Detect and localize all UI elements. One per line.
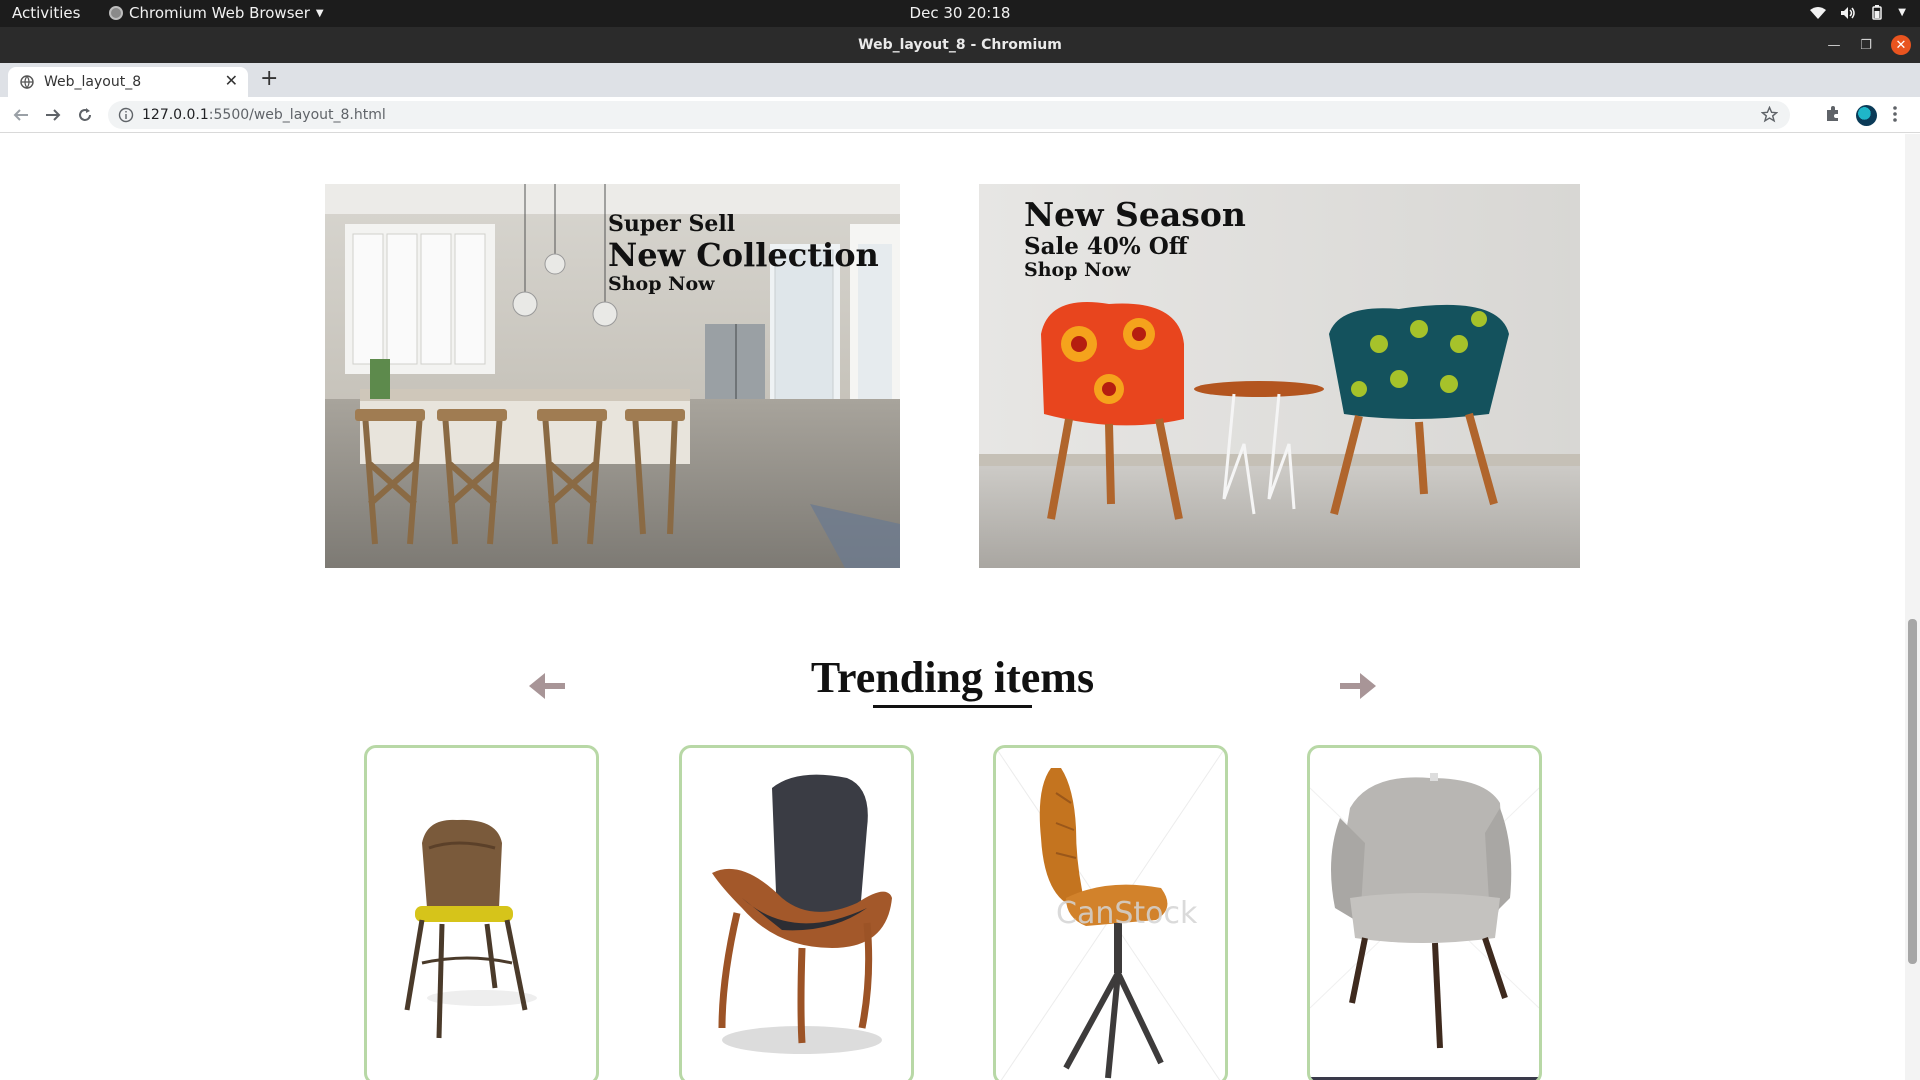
bookmark-star-icon[interactable] bbox=[1761, 106, 1778, 123]
chair-orange-swivel-image: CanStock bbox=[996, 748, 1225, 1080]
window-title: Web_layout_8 - Chromium bbox=[858, 37, 1062, 53]
url-text[interactable]: 127.0.0.1:5500/web_layout_8.html bbox=[142, 107, 386, 123]
system-top-bar: Activities Chromium Web Browser ▼ Dec 30… bbox=[0, 0, 1920, 27]
scrollbar-thumb[interactable] bbox=[1908, 619, 1917, 964]
address-bar[interactable]: 127.0.0.1:5500/web_layout_8.html bbox=[108, 101, 1790, 129]
product-card[interactable] bbox=[1307, 745, 1542, 1080]
product-card[interactable] bbox=[364, 745, 599, 1080]
forward-button[interactable] bbox=[42, 104, 64, 126]
close-window-button[interactable]: ✕ bbox=[1891, 35, 1911, 55]
wifi-icon bbox=[1810, 6, 1827, 19]
new-tab-button[interactable]: + bbox=[260, 66, 278, 91]
arrow-right-icon[interactable] bbox=[1336, 665, 1378, 707]
promo-line2: New Collection bbox=[608, 236, 879, 275]
product-card[interactable] bbox=[679, 745, 914, 1080]
trending-title: Trending items bbox=[810, 653, 1095, 702]
product-card[interactable]: CanStock bbox=[993, 745, 1228, 1080]
chair-shell-image bbox=[712, 774, 892, 1054]
chevron-down-icon: ▼ bbox=[315, 7, 324, 19]
reload-button[interactable] bbox=[74, 104, 96, 126]
page-scrollbar[interactable] bbox=[1905, 134, 1920, 1080]
chair-grey-armchair-image bbox=[1310, 773, 1539, 1049]
browser-menu-icon[interactable] bbox=[1888, 105, 1902, 123]
url-host: 127.0.0.1 bbox=[142, 107, 209, 123]
system-tray[interactable]: ▼ bbox=[1810, 5, 1906, 20]
volume-icon bbox=[1841, 6, 1856, 19]
maximize-button[interactable]: ❐ bbox=[1856, 35, 1876, 55]
chair-wood-yellow-image bbox=[404, 819, 537, 1039]
promo-line2: Sale 40% Off bbox=[1024, 232, 1188, 260]
globe-icon bbox=[20, 75, 34, 89]
promo-cta[interactable]: Shop Now bbox=[1024, 260, 1246, 282]
tab-web-layout-8[interactable]: Web_layout_8 ✕ bbox=[8, 67, 248, 97]
promo-banner-chairs[interactable]: New Season Sale 40% Off Shop Now bbox=[979, 184, 1580, 568]
promo-line1: Super Sell bbox=[608, 211, 736, 237]
profile-avatar[interactable] bbox=[1856, 105, 1877, 126]
reload-icon bbox=[79, 108, 91, 121]
page-viewport: Super Sell New Collection Shop Now New S… bbox=[0, 134, 1905, 1080]
chromium-icon bbox=[109, 6, 123, 20]
tab-close-icon[interactable]: ✕ bbox=[225, 71, 238, 90]
info-icon bbox=[118, 107, 134, 123]
url-path: :5500/web_layout_8.html bbox=[208, 107, 386, 123]
promo-banner-kitchen[interactable]: Super Sell New Collection Shop Now bbox=[325, 184, 900, 568]
battery-icon bbox=[1872, 5, 1883, 20]
window-titlebar: Web_layout_8 - Chromium — ❐ ✕ bbox=[0, 27, 1920, 63]
back-button[interactable] bbox=[10, 104, 32, 126]
tab-strip: Web_layout_8 ✕ bbox=[0, 63, 1920, 97]
app-menu-label: Chromium Web Browser bbox=[129, 4, 310, 22]
arrow-left-icon bbox=[13, 109, 28, 121]
promo-cta[interactable]: Shop Now bbox=[608, 273, 879, 296]
arrow-right-icon bbox=[46, 109, 61, 121]
chevron-down-icon: ▼ bbox=[1898, 7, 1906, 18]
minimize-button[interactable]: — bbox=[1824, 35, 1844, 55]
promo-line1: New Season bbox=[1024, 195, 1246, 234]
extensions-puzzle-icon[interactable] bbox=[1824, 105, 1842, 123]
title-underline bbox=[873, 705, 1032, 708]
tab-label: Web_layout_8 bbox=[44, 74, 142, 90]
watermark-text: CanStock bbox=[1056, 896, 1198, 931]
activities-button[interactable]: Activities bbox=[12, 4, 80, 22]
browser-toolbar: 127.0.0.1:5500/web_layout_8.html bbox=[0, 97, 1920, 133]
app-menu[interactable]: Chromium Web Browser ▼ bbox=[109, 4, 324, 22]
